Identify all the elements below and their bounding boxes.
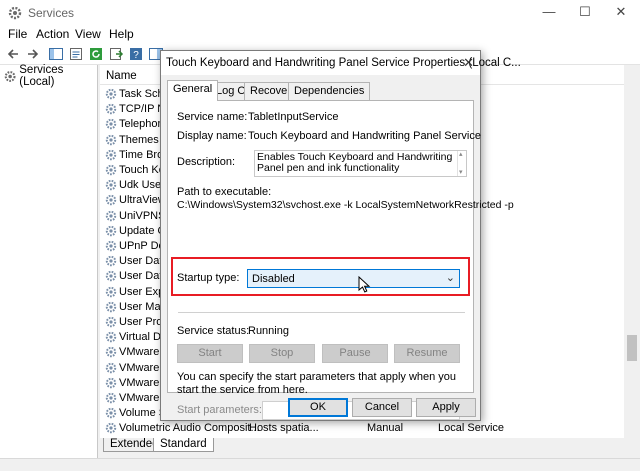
svg-text:?: ? — [133, 50, 139, 61]
service-gear-icon — [105, 392, 117, 404]
description-label: Description: — [177, 156, 236, 168]
path-label: Path to executable: — [177, 186, 272, 198]
properties-icon[interactable] — [68, 46, 84, 62]
service-gear-icon — [105, 240, 117, 252]
service-gear-icon — [105, 210, 117, 221]
properties-dialog: Touch Keyboard and Handwriting Panel Ser… — [160, 50, 521, 421]
tab-general[interactable]: General — [167, 80, 219, 101]
service-gear-icon — [105, 134, 117, 145]
service-gear-icon — [105, 347, 117, 358]
tree-item-label: Services (Local) — [19, 64, 64, 88]
divider — [178, 312, 465, 313]
table-row[interactable]: Volumetric Audio Composit... Hosts spatia… — [100, 421, 628, 436]
service-name-cell: Themes — [119, 133, 159, 146]
service-gear-icon — [105, 286, 117, 297]
description-scrollbar[interactable] — [457, 151, 466, 176]
service-gear-icon — [105, 331, 117, 343]
startup-type-value: Disabled — [252, 273, 295, 285]
startup-type-label: Startup type: — [177, 272, 240, 284]
maximize-button[interactable]: ☐ — [566, 0, 604, 26]
dialog-title-bar: Touch Keyboard and Handwriting Panel Ser… — [161, 51, 521, 75]
resume-button[interactable]: Resume — [394, 344, 460, 363]
service-gear-icon — [105, 255, 117, 267]
service-gear-icon — [105, 119, 117, 130]
service-gear-icon — [105, 423, 117, 434]
service-name-cell: Udk User — [119, 179, 165, 192]
service-gear-icon — [105, 377, 117, 388]
window-title: Services — [28, 6, 75, 20]
service-gear-icon — [105, 362, 117, 373]
service-gear-icon — [105, 149, 117, 160]
service-name-cell: UltraView — [119, 194, 166, 207]
ok-button[interactable]: OK — [288, 398, 348, 417]
service-logon-cell: Local Service — [438, 422, 505, 435]
display-name-value: Touch Keyboard and Handwriting Panel Ser… — [248, 130, 481, 142]
menu-file[interactable]: File — [8, 27, 27, 41]
service-gear-icon — [105, 301, 117, 312]
tree-pane: Services (Local) — [0, 64, 98, 458]
description-text: Enables Touch Keyboard and Handwriting P… — [257, 151, 453, 174]
service-gear-icon — [105, 195, 117, 206]
cancel-button[interactable]: Cancel — [352, 398, 412, 417]
vertical-scrollbar[interactable] — [624, 65, 640, 438]
service-status-value: Running — [248, 325, 289, 337]
start-button[interactable]: Start — [177, 344, 243, 363]
back-icon[interactable] — [6, 46, 22, 62]
pause-button[interactable]: Pause — [322, 344, 388, 363]
menu-bar: File Action View Help — [0, 26, 640, 43]
stop-button[interactable]: Stop — [249, 344, 315, 363]
show-hide-tree-icon[interactable] — [48, 46, 64, 62]
service-startup-cell: Manual — [367, 422, 404, 435]
service-gear-icon — [105, 225, 117, 236]
start-params-label: Start parameters: — [177, 404, 262, 416]
service-status-label: Service status: — [177, 325, 250, 337]
column-header-name[interactable]: Name — [106, 70, 137, 82]
mouse-cursor-icon — [358, 276, 371, 293]
tree-item-services-local[interactable]: Services (Local) — [4, 64, 97, 88]
service-name-value: TabletInputService — [248, 111, 339, 123]
view-tabs: Extended Standard — [100, 438, 640, 458]
close-button[interactable]: ✕ — [602, 0, 640, 26]
path-value: C:\Windows\System32\svchost.exe -k Local… — [177, 199, 514, 211]
tab-standard[interactable]: Standard — [153, 438, 214, 452]
services-gear-icon — [4, 70, 16, 82]
service-name-cell: Volumetric Audio Composit... — [119, 422, 260, 435]
service-gear-icon — [105, 179, 117, 191]
minimize-button[interactable]: — — [530, 0, 568, 26]
help-icon[interactable]: ? — [128, 46, 144, 62]
startup-type-dropdown[interactable]: Disabled ⌄ — [247, 269, 460, 288]
description-box[interactable]: Enables Touch Keyboard and Handwriting P… — [254, 150, 467, 177]
start-params-help-text: You can specify the start parameters tha… — [177, 371, 457, 396]
forward-icon[interactable] — [24, 46, 40, 62]
dialog-close-button[interactable]: ✕ — [463, 55, 474, 71]
general-tab-panel: Service name: TabletInputService Display… — [167, 100, 514, 420]
display-name-label: Display name: — [177, 130, 247, 142]
export-icon[interactable] — [108, 46, 124, 62]
service-name-label: Service name: — [177, 111, 248, 123]
scrollbar-thumb[interactable] — [627, 335, 637, 361]
status-bar — [0, 458, 640, 471]
services-gear-icon — [8, 6, 22, 20]
service-gear-icon — [105, 316, 117, 328]
apply-button[interactable]: Apply — [416, 398, 476, 417]
title-bar: Services — ☐ ✕ — [0, 0, 640, 26]
service-gear-icon — [105, 271, 117, 282]
tab-dependencies[interactable]: Dependencies — [288, 82, 371, 100]
service-gear-icon — [105, 88, 117, 100]
menu-help[interactable]: Help — [109, 27, 134, 41]
menu-view[interactable]: View — [75, 27, 101, 41]
chevron-down-icon: ⌄ — [445, 272, 455, 284]
menu-action[interactable]: Action — [36, 27, 69, 41]
service-description-cell: Hosts spatia... — [249, 422, 319, 435]
refresh-icon[interactable] — [88, 46, 104, 62]
service-gear-icon — [105, 103, 117, 115]
service-gear-icon — [105, 407, 117, 419]
service-gear-icon — [105, 164, 117, 176]
